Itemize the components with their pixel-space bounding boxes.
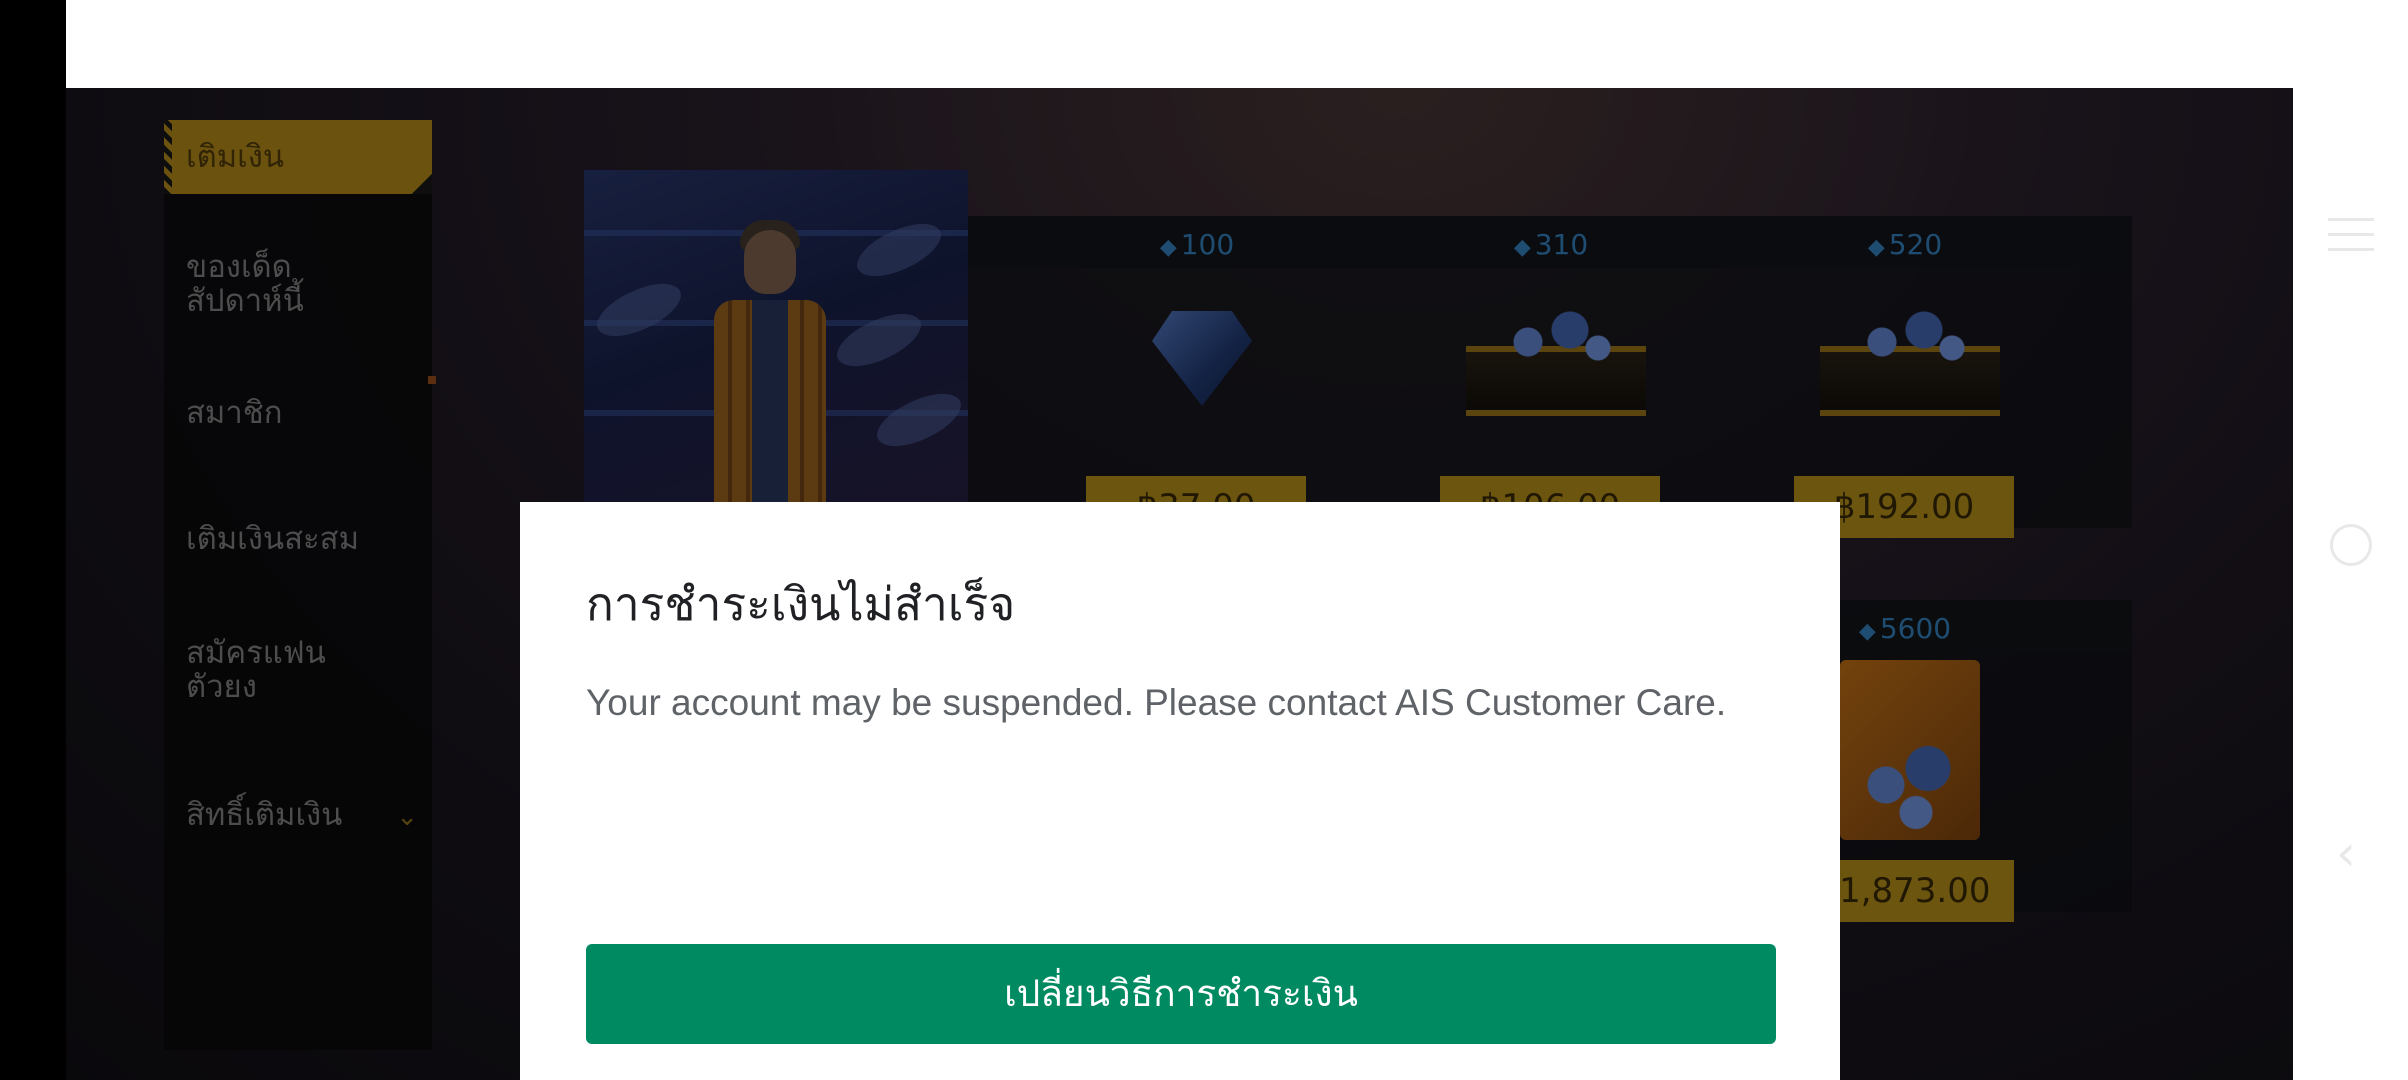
back-chevron-icon[interactable]: ‹ [2336, 828, 2376, 878]
system-left-edge [0, 0, 66, 1080]
recents-menu-icon[interactable] [2328, 218, 2374, 252]
payment-failed-dialog: การชำระเงินไม่สำเร็จ Your account may be… [520, 502, 1840, 1080]
dialog-message: Your account may be suspended. Please co… [586, 682, 1727, 723]
status-area [66, 0, 2293, 88]
change-payment-method-button[interactable]: เปลี่ยนวิธีการชำระเงิน [586, 944, 1776, 1044]
home-circle-icon[interactable] [2330, 524, 2372, 566]
dialog-title: การชำระเงินไม่สำเร็จ [586, 577, 1016, 631]
